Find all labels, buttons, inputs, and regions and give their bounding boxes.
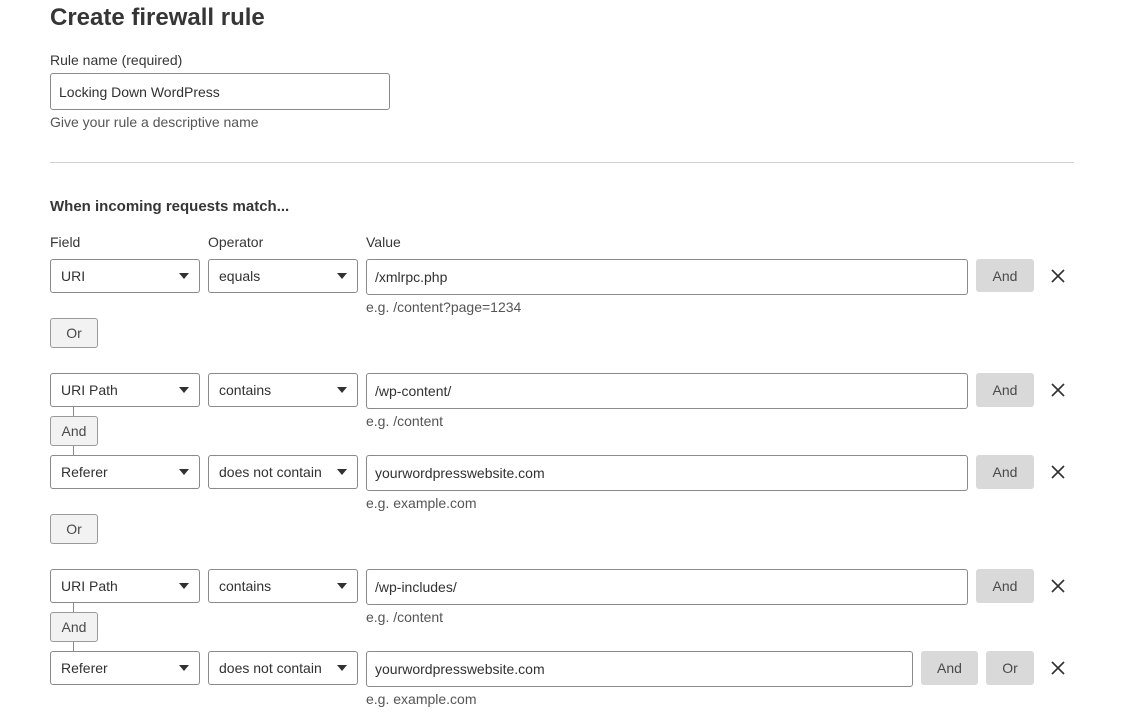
operator-select-value: does not contain xyxy=(219,660,322,676)
field-select[interactable]: Referer xyxy=(50,651,200,685)
chevron-down-icon xyxy=(179,469,189,475)
or-connector-button[interactable]: Or xyxy=(50,318,98,348)
value-hint: e.g. example.com xyxy=(366,691,477,707)
operator-select-value: contains xyxy=(219,578,272,594)
close-icon[interactable] xyxy=(1049,381,1067,399)
chevron-down-icon xyxy=(337,665,347,671)
operator-select[interactable]: does not contain xyxy=(208,651,358,685)
field-select[interactable]: URI Path xyxy=(50,569,200,603)
rule-name-hint: Give your rule a descriptive name xyxy=(50,114,259,130)
chevron-down-icon xyxy=(179,583,189,589)
chevron-down-icon xyxy=(337,469,347,475)
and-button[interactable]: And xyxy=(976,569,1034,603)
value-input[interactable]: /xmlrpc.php xyxy=(366,259,968,295)
field-select[interactable]: URI xyxy=(50,259,200,293)
operator-select[interactable]: contains xyxy=(208,569,358,603)
chevron-down-icon xyxy=(337,583,347,589)
close-icon[interactable] xyxy=(1049,267,1067,285)
chevron-down-icon xyxy=(337,387,347,393)
connector-line xyxy=(73,642,74,651)
and-connector-button[interactable]: And xyxy=(50,416,98,446)
value-hint: e.g. /content xyxy=(366,413,444,429)
rule-name-input[interactable]: Locking Down WordPress xyxy=(50,73,390,110)
operator-select-value: contains xyxy=(219,382,272,398)
value-hint: e.g. /content xyxy=(366,609,444,625)
field-select-value: URI Path xyxy=(61,578,118,594)
close-icon[interactable] xyxy=(1049,659,1067,677)
and-button[interactable]: And xyxy=(976,373,1034,407)
and-button[interactable]: And xyxy=(921,651,978,685)
close-icon[interactable] xyxy=(1049,577,1067,595)
and-button[interactable]: And xyxy=(976,455,1034,489)
operator-column-header: Operator xyxy=(208,234,264,250)
field-select-value: URI Path xyxy=(61,382,118,398)
operator-select-value: does not contain xyxy=(219,464,322,480)
operator-select[interactable]: does not contain xyxy=(208,455,358,489)
rule-name-label: Rule name (required) xyxy=(50,52,183,68)
field-select[interactable]: Referer xyxy=(50,455,200,489)
field-select[interactable]: URI Path xyxy=(50,373,200,407)
section-heading: When incoming requests match... xyxy=(50,198,290,215)
chevron-down-icon xyxy=(179,273,189,279)
value-input[interactable]: /wp-includes/ xyxy=(366,569,968,605)
operator-select[interactable]: equals xyxy=(208,259,358,293)
field-select-value: URI xyxy=(61,268,86,284)
close-icon[interactable] xyxy=(1049,463,1067,481)
section-divider xyxy=(50,162,1074,163)
connector-line xyxy=(73,603,74,612)
or-button[interactable]: Or xyxy=(986,651,1034,685)
value-input[interactable]: yourwordpresswebsite.com xyxy=(366,455,968,491)
value-hint: e.g. /content?page=1234 xyxy=(366,299,522,315)
chevron-down-icon xyxy=(337,273,347,279)
connector-line xyxy=(73,407,74,416)
connector-line xyxy=(73,446,74,455)
operator-select-value: equals xyxy=(219,268,261,284)
field-select-value: Referer xyxy=(61,660,108,676)
chevron-down-icon xyxy=(179,387,189,393)
field-column-header: Field xyxy=(50,234,81,250)
field-select-value: Referer xyxy=(61,464,108,480)
value-hint: e.g. example.com xyxy=(366,495,477,511)
chevron-down-icon xyxy=(179,665,189,671)
and-connector-button[interactable]: And xyxy=(50,612,98,642)
or-connector-button[interactable]: Or xyxy=(50,514,98,544)
value-column-header: Value xyxy=(366,234,401,250)
value-input[interactable]: yourwordpresswebsite.com xyxy=(366,651,913,687)
and-button[interactable]: And xyxy=(976,259,1034,292)
value-input[interactable]: /wp-content/ xyxy=(366,373,968,409)
operator-select[interactable]: contains xyxy=(208,373,358,407)
page-title: Create firewall rule xyxy=(50,4,265,31)
